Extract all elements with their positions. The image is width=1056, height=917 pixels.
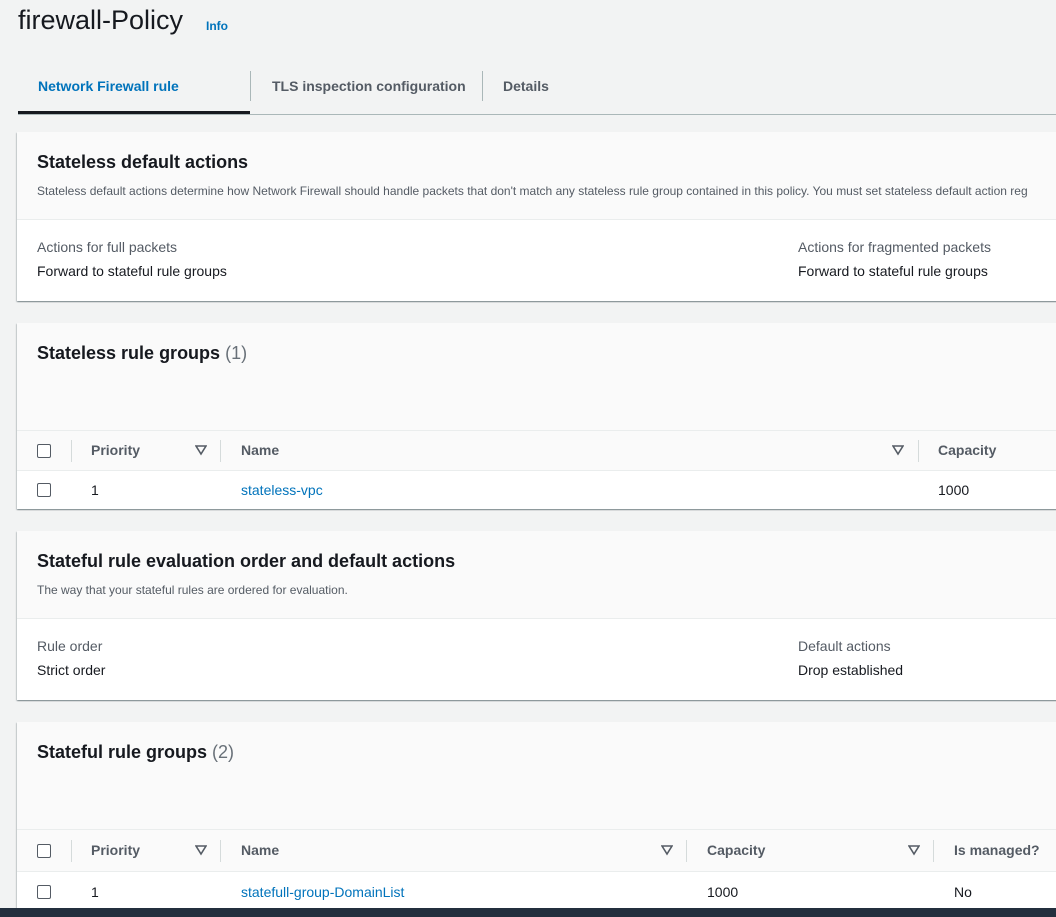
stateless-rule-groups-panel: Stateless rule groups (1) Priority Name …	[17, 323, 1056, 509]
fragmented-packets-value: Forward to stateful rule groups	[798, 263, 988, 279]
table-row: 1 statefull-group-DomainList 1000 No	[17, 871, 1056, 911]
rule-group-link[interactable]: statefull-group-DomainList	[241, 884, 404, 900]
default-actions-label: Default actions	[798, 638, 891, 654]
page-title: firewall-Policy	[18, 5, 184, 35]
cell-priority: 1	[91, 884, 99, 900]
row-checkbox[interactable]	[37, 483, 51, 497]
default-actions-value: Drop established	[798, 662, 904, 678]
tab-separator	[250, 71, 251, 101]
tab-network-firewall-rule-groups[interactable]: Network Firewall rule groups	[18, 60, 250, 146]
panel-title: Stateful rule groups (2)	[37, 742, 234, 763]
stateful-evaluation-panel: Stateful rule evaluation order and defau…	[17, 531, 1056, 700]
column-header-priority[interactable]: Priority	[91, 830, 140, 871]
panel-count: (2)	[212, 742, 235, 762]
panel-header: Stateless default actions Stateless defa…	[17, 132, 1056, 220]
column-header-capacity[interactable]: Capacity	[707, 830, 765, 871]
panel-title-text: Stateless rule groups	[37, 343, 221, 363]
panel-title: Stateless rule groups (1)	[37, 343, 247, 364]
column-separator	[933, 840, 934, 862]
column-header-priority[interactable]: Priority	[91, 431, 140, 470]
sort-icon[interactable]	[195, 844, 207, 856]
cell-capacity: 1000	[938, 482, 970, 498]
column-header-capacity[interactable]: Capacity	[938, 431, 996, 470]
panel-description: Stateless default actions determine how …	[37, 184, 1028, 198]
row-checkbox[interactable]	[37, 885, 51, 899]
cell-capacity: 1000	[707, 884, 739, 900]
info-link[interactable]: Info	[206, 19, 228, 33]
panel-count: (1)	[225, 343, 248, 363]
sort-icon[interactable]	[195, 444, 207, 456]
rule-order-label: Rule order	[37, 638, 103, 654]
column-separator	[71, 840, 72, 862]
column-separator	[220, 440, 221, 462]
column-separator	[918, 440, 919, 462]
sort-icon[interactable]	[892, 444, 904, 456]
column-header-name[interactable]: Name	[241, 830, 279, 871]
table-header: Priority Name Capacity Is managed?	[17, 829, 1056, 872]
bottom-bar	[0, 908, 1056, 917]
fragmented-packets-label: Actions for fragmented packets	[798, 239, 991, 255]
column-separator	[71, 440, 72, 462]
select-all-checkbox[interactable]	[37, 844, 51, 858]
table-header: Priority Name Capacity	[17, 430, 1056, 471]
tab-tls-inspection-configuration[interactable]: TLS inspection configuration	[252, 60, 486, 114]
panel-header: Stateful rule groups (2)	[17, 722, 1056, 829]
tab-details[interactable]: Details	[483, 60, 569, 114]
cell-is-managed: No	[954, 884, 972, 900]
select-all-checkbox[interactable]	[37, 444, 51, 458]
full-packets-label: Actions for full packets	[37, 239, 178, 255]
cell-priority: 1	[91, 482, 99, 498]
panel-title-text: Stateful rule groups	[37, 742, 208, 762]
full-packets-value: Forward to stateful rule groups	[37, 263, 227, 279]
column-header-name[interactable]: Name	[241, 431, 279, 470]
tab-bar: Network Firewall rule groups TLS inspect…	[18, 60, 1056, 146]
panel-title: Stateful rule evaluation order and defau…	[37, 551, 456, 571]
rule-group-link[interactable]: stateless-vpc	[241, 482, 323, 498]
rule-order-value: Strict order	[37, 662, 106, 678]
panel-header: Stateless rule groups (1)	[17, 323, 1056, 430]
sort-icon[interactable]	[661, 844, 673, 856]
table-row: 1 stateless-vpc 1000	[17, 470, 1056, 509]
sort-icon[interactable]	[908, 844, 920, 856]
column-separator	[686, 840, 687, 862]
panel-header: Stateful rule evaluation order and defau…	[17, 531, 1056, 619]
panel-title: Stateless default actions	[37, 152, 249, 172]
stateless-default-actions-panel: Stateless default actions Stateless defa…	[17, 132, 1056, 301]
column-separator	[220, 840, 221, 862]
panel-description: The way that your stateful rules are ord…	[37, 583, 348, 597]
stateful-rule-groups-panel: Stateful rule groups (2) Priority Name C…	[17, 722, 1056, 917]
column-header-is-managed[interactable]: Is managed?	[954, 830, 1040, 871]
